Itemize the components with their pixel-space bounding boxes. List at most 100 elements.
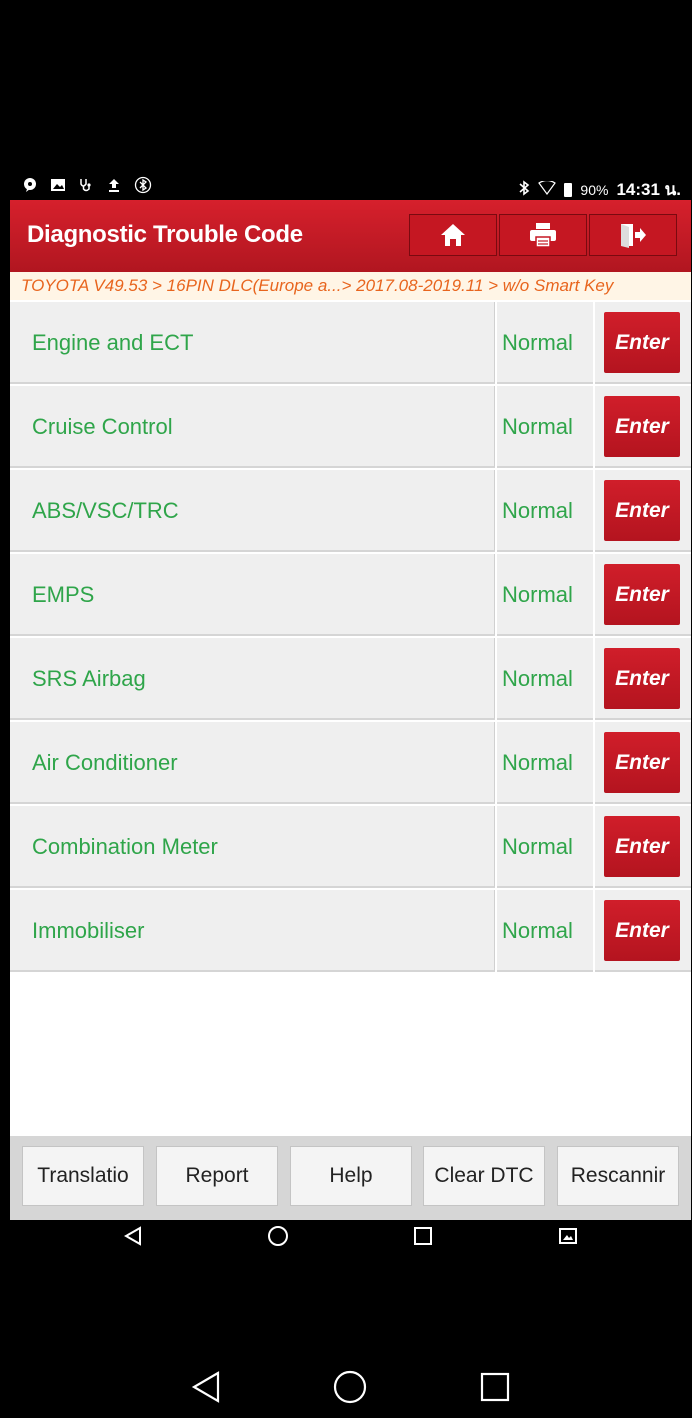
system-name-cell[interactable]: Cruise Control <box>10 386 495 468</box>
battery-percent: 90% <box>580 181 609 198</box>
translation-button[interactable]: Translatio <box>22 1146 144 1206</box>
list-item: Engine and ECT Normal Enter <box>10 302 691 386</box>
print-icon <box>530 223 556 248</box>
system-status: Normal <box>502 498 573 523</box>
action-cell: Enter <box>595 470 691 552</box>
circle-home-icon <box>333 1370 367 1404</box>
enter-button[interactable]: Enter <box>604 816 680 877</box>
recents-button[interactable] <box>403 1218 443 1254</box>
system-status: Normal <box>502 666 573 691</box>
enter-button[interactable]: Enter <box>604 480 680 541</box>
screenshot-icon <box>559 1228 577 1244</box>
print-button[interactable] <box>499 214 587 256</box>
exit-icon <box>621 224 646 248</box>
system-name: Combination Meter <box>32 834 218 859</box>
app-navigation-bar <box>10 1208 691 1264</box>
system-navigation-bar <box>10 1357 691 1417</box>
bluetooth-icon <box>518 179 530 200</box>
back-icon <box>191 1371 220 1403</box>
list-item: Air Conditioner Normal Enter <box>10 722 691 806</box>
status-cell: Normal <box>497 638 593 720</box>
action-cell: Enter <box>595 386 691 468</box>
device-screen: 90% 14:31 น. Diagnostic Trouble Code TOY… <box>10 12 691 1418</box>
system-name-cell[interactable]: EMPS <box>10 554 495 636</box>
system-name: Engine and ECT <box>32 330 194 355</box>
system-back-button[interactable] <box>184 1365 228 1409</box>
action-cell: Enter <box>595 890 691 972</box>
image-icon <box>50 177 66 199</box>
enter-button[interactable]: Enter <box>604 396 680 457</box>
list-item: SRS Airbag Normal Enter <box>10 638 691 722</box>
app-header: Diagnostic Trouble Code <box>10 200 691 272</box>
action-cell: Enter <box>595 302 691 384</box>
system-list: Engine and ECT Normal Enter Cruise Contr… <box>10 302 691 974</box>
status-cell: Normal <box>497 386 593 468</box>
system-recents-button[interactable] <box>473 1365 517 1409</box>
bluetooth-circle-icon <box>134 176 152 200</box>
page-title: Diagnostic Trouble Code <box>27 221 303 248</box>
system-name-cell[interactable]: ABS/VSC/TRC <box>10 470 495 552</box>
screenshot-button[interactable] <box>548 1218 588 1254</box>
rescan-button[interactable]: Rescannir <box>557 1146 679 1206</box>
app-window: Diagnostic Trouble Code TOYOTA V49.53 > … <box>10 200 691 1220</box>
clear-dtc-button[interactable]: Clear DTC <box>423 1146 545 1206</box>
circle-home-icon <box>268 1226 288 1246</box>
enter-button[interactable]: Enter <box>604 648 680 709</box>
system-status: Normal <box>502 834 573 859</box>
system-status: Normal <box>502 582 573 607</box>
system-name: SRS Airbag <box>32 666 146 691</box>
status-cell: Normal <box>497 470 593 552</box>
status-cell: Normal <box>497 554 593 636</box>
system-home-button[interactable] <box>328 1365 372 1409</box>
status-cell: Normal <box>497 806 593 888</box>
list-item: EMPS Normal Enter <box>10 554 691 638</box>
home-button[interactable] <box>409 214 497 256</box>
square-recents-icon <box>480 1372 510 1402</box>
action-cell: Enter <box>595 806 691 888</box>
system-status: Normal <box>502 330 573 355</box>
back-button[interactable] <box>113 1218 153 1254</box>
system-name-cell[interactable]: Air Conditioner <box>10 722 495 804</box>
status-bar: 90% 14:31 น. <box>10 172 691 202</box>
list-item: Immobiliser Normal Enter <box>10 890 691 974</box>
system-status: Normal <box>502 918 573 943</box>
list-item: Combination Meter Normal Enter <box>10 806 691 890</box>
enter-button[interactable]: Enter <box>604 900 680 961</box>
back-icon <box>123 1226 141 1246</box>
list-item: Cruise Control Normal Enter <box>10 386 691 470</box>
upload-icon <box>106 177 122 199</box>
system-name: EMPS <box>32 582 95 607</box>
system-status: Normal <box>502 414 573 439</box>
enter-button[interactable]: Enter <box>604 312 680 373</box>
action-cell: Enter <box>595 554 691 636</box>
status-cell: Normal <box>497 302 593 384</box>
help-button[interactable]: Help <box>290 1146 412 1206</box>
breadcrumb: TOYOTA V49.53 > 16PIN DLC(Europe a...> 2… <box>10 272 691 300</box>
status-cell: Normal <box>497 722 593 804</box>
list-item: ABS/VSC/TRC Normal Enter <box>10 470 691 554</box>
system-name-cell[interactable]: Engine and ECT <box>10 302 495 384</box>
battery-icon <box>564 182 573 197</box>
system-name: Immobiliser <box>32 918 145 943</box>
square-recents-icon <box>414 1227 432 1245</box>
action-cell: Enter <box>595 722 691 804</box>
enter-button[interactable]: Enter <box>604 732 680 793</box>
status-cell: Normal <box>497 890 593 972</box>
chat-icon <box>22 177 38 199</box>
system-name-cell[interactable]: SRS Airbag <box>10 638 495 720</box>
system-name: Air Conditioner <box>32 750 178 775</box>
stethoscope-icon <box>78 177 94 199</box>
system-status: Normal <box>502 750 573 775</box>
action-cell: Enter <box>595 638 691 720</box>
exit-button[interactable] <box>589 214 677 256</box>
report-button[interactable]: Report <box>156 1146 278 1206</box>
home-icon <box>441 224 465 246</box>
enter-button[interactable]: Enter <box>604 564 680 625</box>
home-nav-button[interactable] <box>258 1218 298 1254</box>
system-name-cell[interactable]: Immobiliser <box>10 890 495 972</box>
system-name-cell[interactable]: Combination Meter <box>10 806 495 888</box>
wifi-icon <box>538 179 557 199</box>
clock: 14:31 น. <box>616 180 681 199</box>
system-name: Cruise Control <box>32 414 173 439</box>
system-name: ABS/VSC/TRC <box>32 498 179 523</box>
